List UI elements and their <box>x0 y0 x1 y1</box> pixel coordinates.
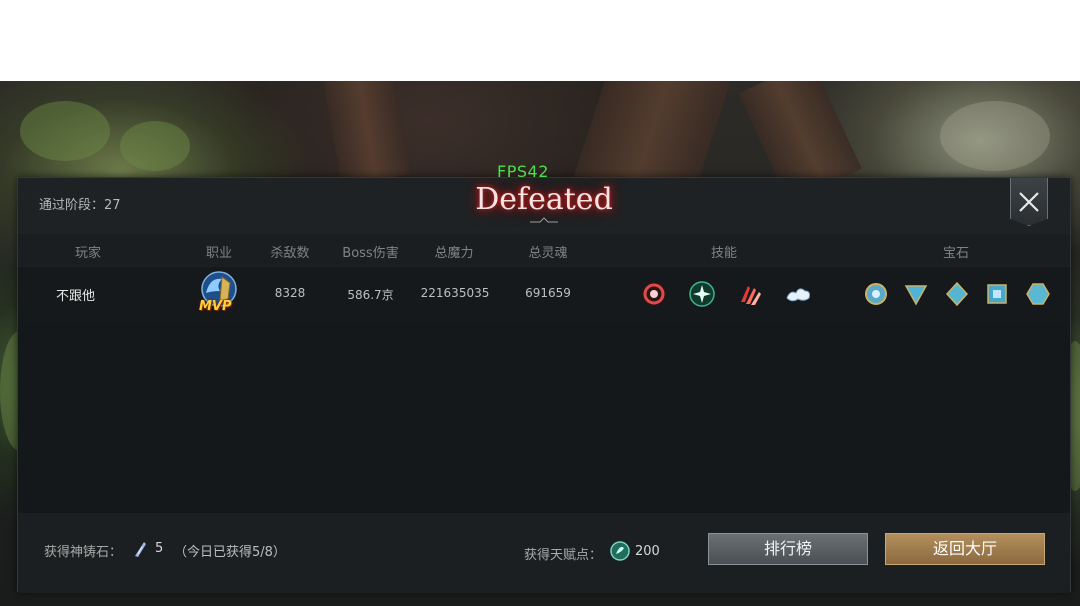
forge-stone-value: 5 <box>155 541 164 556</box>
round-gem-icon[interactable] <box>864 282 888 306</box>
kills-value: 8328 <box>274 286 306 300</box>
forge-stone-icon <box>135 542 146 557</box>
triangle-gem-icon[interactable] <box>904 282 928 306</box>
fps-counter: FPS42 <box>497 162 549 181</box>
total-soul-value: 691659 <box>525 286 571 300</box>
red-claw-skill-icon[interactable] <box>736 280 764 308</box>
result-title: Defeated <box>475 182 613 217</box>
forge-stone-daily: （今日已获得5/8） <box>174 545 286 560</box>
title-ornament-icon <box>530 217 558 223</box>
col-header-boss-damage: Boss伤害 <box>342 246 399 261</box>
result-panel: 通过阶段：27 Defeated 玩家 职业 杀敌数 Boss伤害 总魔力 总灵… <box>17 177 1071 593</box>
square-gem-icon[interactable] <box>985 282 1009 306</box>
diamond-gem-icon[interactable] <box>945 282 969 306</box>
white-cloud-skill-icon[interactable] <box>784 280 812 308</box>
class-icon: MVP <box>196 271 244 321</box>
col-header-class: 职业 <box>205 246 232 261</box>
red-ring-skill-icon[interactable] <box>640 280 668 308</box>
mvp-badge: MVP <box>199 299 232 314</box>
close-icon <box>1019 191 1039 212</box>
panel-header: 通过阶段：27 Defeated <box>18 178 1070 234</box>
col-header-player: 玩家 <box>74 246 101 261</box>
close-button[interactable] <box>1010 178 1048 226</box>
table-empty-area <box>18 323 1070 513</box>
talent-points-value: 200 <box>635 544 660 559</box>
talent-points-label: 获得天赋点： <box>524 548 603 563</box>
player-name: 不跟他 <box>56 289 96 304</box>
leaderboard-button[interactable]: 排行榜 <box>708 533 868 565</box>
talent-point-icon <box>610 541 630 561</box>
col-header-total-soul: 总灵魂 <box>528 246 568 261</box>
col-header-skills: 技能 <box>710 246 737 261</box>
forge-stone-label: 获得神铸石： <box>44 545 123 560</box>
table-header: 玩家 职业 杀敌数 Boss伤害 总魔力 总灵魂 技能 宝石 <box>18 234 1070 266</box>
col-header-gems: 宝石 <box>942 246 969 261</box>
table-row: 不跟他 MVP 8328 586.7京 221635035 691659 <box>18 267 1070 323</box>
col-header-kills: 杀敌数 <box>270 246 310 261</box>
total-mana-value: 221635035 <box>420 286 490 300</box>
reward-footer: 获得神铸石： 5 （今日已获得5/8） 获得天赋点： 200 排行榜 返回大厅 <box>18 513 1070 593</box>
hexagon-gem-icon[interactable] <box>1026 282 1050 306</box>
top-letterbox <box>0 0 1080 81</box>
return-lobby-button[interactable]: 返回大厅 <box>885 533 1045 565</box>
col-header-total-mana: 总魔力 <box>434 246 474 261</box>
green-star-skill-icon[interactable] <box>688 280 716 308</box>
boss-damage-value: 586.7京 <box>347 288 394 302</box>
